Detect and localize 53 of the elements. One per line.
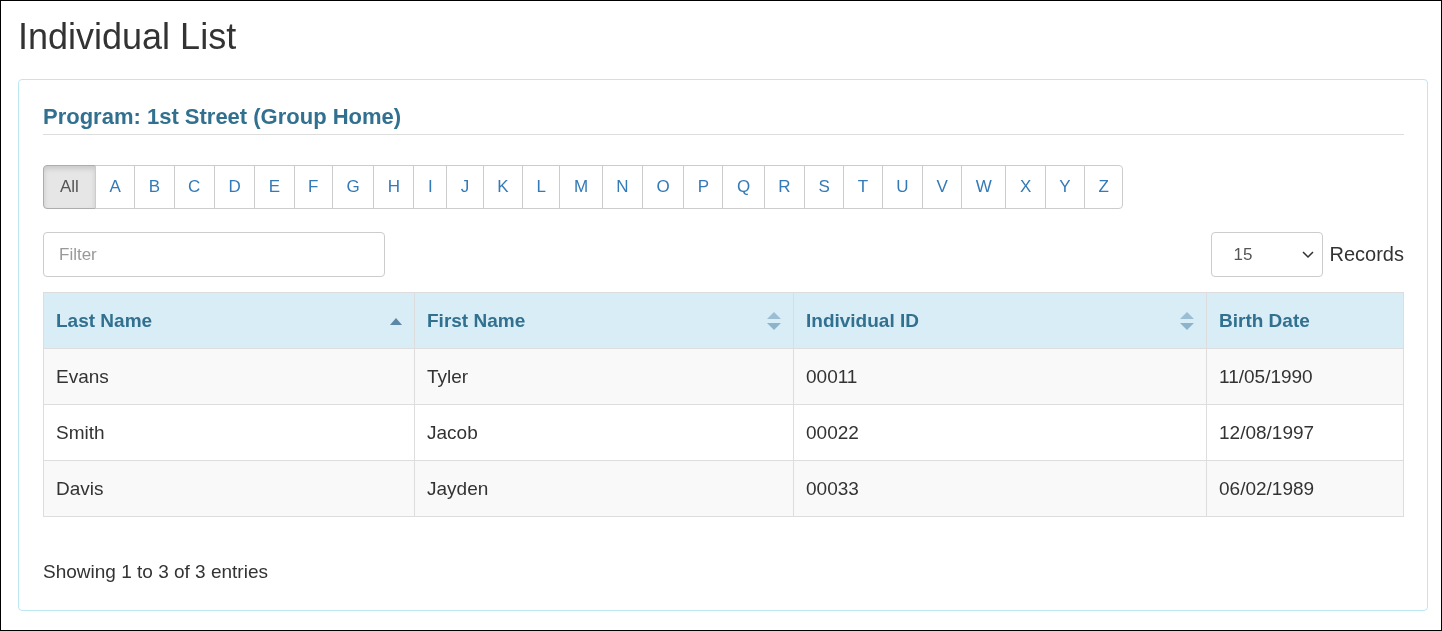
table-cell: Jayden	[414, 460, 794, 517]
chevron-down-icon	[1301, 250, 1314, 259]
table-cell: Davis	[43, 460, 415, 517]
letter-filter-button[interactable]: Z	[1084, 165, 1124, 209]
letter-filter-button[interactable]: G	[331, 165, 375, 209]
table-cell: 11/05/1990	[1206, 348, 1404, 405]
letter-filter-button[interactable]: L	[522, 165, 561, 209]
letter-filter-button[interactable]: Q	[722, 165, 765, 209]
table-cell: Jacob	[414, 404, 794, 461]
letter-filter-button[interactable]: D	[213, 165, 256, 209]
table-cell: Evans	[43, 348, 415, 405]
letter-filter-button[interactable]: R	[763, 165, 805, 209]
letter-filter-button[interactable]: N	[601, 165, 643, 209]
letter-filter-button[interactable]: Y	[1044, 165, 1086, 209]
letter-filter-button[interactable]: F	[293, 165, 333, 209]
letter-filter-button[interactable]: T	[843, 165, 883, 209]
letter-filter-button[interactable]: All	[43, 165, 96, 209]
sort-icon	[1180, 310, 1194, 331]
column-header[interactable]: Last Name	[43, 292, 415, 349]
sort-icon	[767, 310, 781, 331]
column-header[interactable]: Individual ID	[793, 292, 1207, 349]
letter-filter-button[interactable]: V	[922, 165, 963, 209]
letter-filter-button[interactable]: W	[961, 165, 1007, 209]
records-label: Records	[1329, 243, 1404, 266]
table-cell: Smith	[43, 404, 415, 461]
letter-filter-button[interactable]: O	[641, 165, 685, 209]
letter-filter-button[interactable]: E	[254, 165, 295, 209]
column-header[interactable]: First Name	[414, 292, 794, 349]
entries-info: Showing 1 to 3 of 3 entries	[43, 561, 269, 583]
letter-filter-button[interactable]: J	[446, 165, 484, 209]
letter-filter-button[interactable]: I	[413, 165, 448, 209]
letter-filter-button[interactable]: C	[173, 165, 215, 209]
table-cell: 12/08/1997	[1206, 404, 1404, 461]
page-size-select[interactable]: 15	[1210, 232, 1323, 277]
table-cell: Tyler	[414, 348, 794, 405]
panel-heading: Program: 1st Street (Group Home)	[43, 104, 1404, 135]
table-cell: 00033	[793, 460, 1207, 517]
letter-filter-button[interactable]: S	[804, 165, 845, 209]
letter-filter-button[interactable]: K	[482, 165, 523, 209]
column-header[interactable]: Birth Date	[1206, 292, 1404, 349]
letter-filter-button[interactable]: H	[373, 165, 415, 209]
letter-filter-button[interactable]: U	[881, 165, 923, 209]
letter-filter-button[interactable]: B	[134, 165, 175, 209]
letter-filter-button[interactable]: P	[683, 165, 724, 209]
page-title: Individual List	[18, 15, 238, 59]
filter-field[interactable]: Filter	[43, 232, 385, 277]
table-cell: 00022	[793, 404, 1207, 461]
letter-filter-button[interactable]: M	[559, 165, 603, 209]
sort-ascending-icon	[390, 316, 402, 325]
letter-filter-button[interactable]: X	[1005, 165, 1046, 209]
table-cell: 06/02/1989	[1206, 460, 1404, 517]
letter-filter-button[interactable]: A	[94, 165, 136, 209]
table-cell: 00011	[793, 348, 1207, 405]
